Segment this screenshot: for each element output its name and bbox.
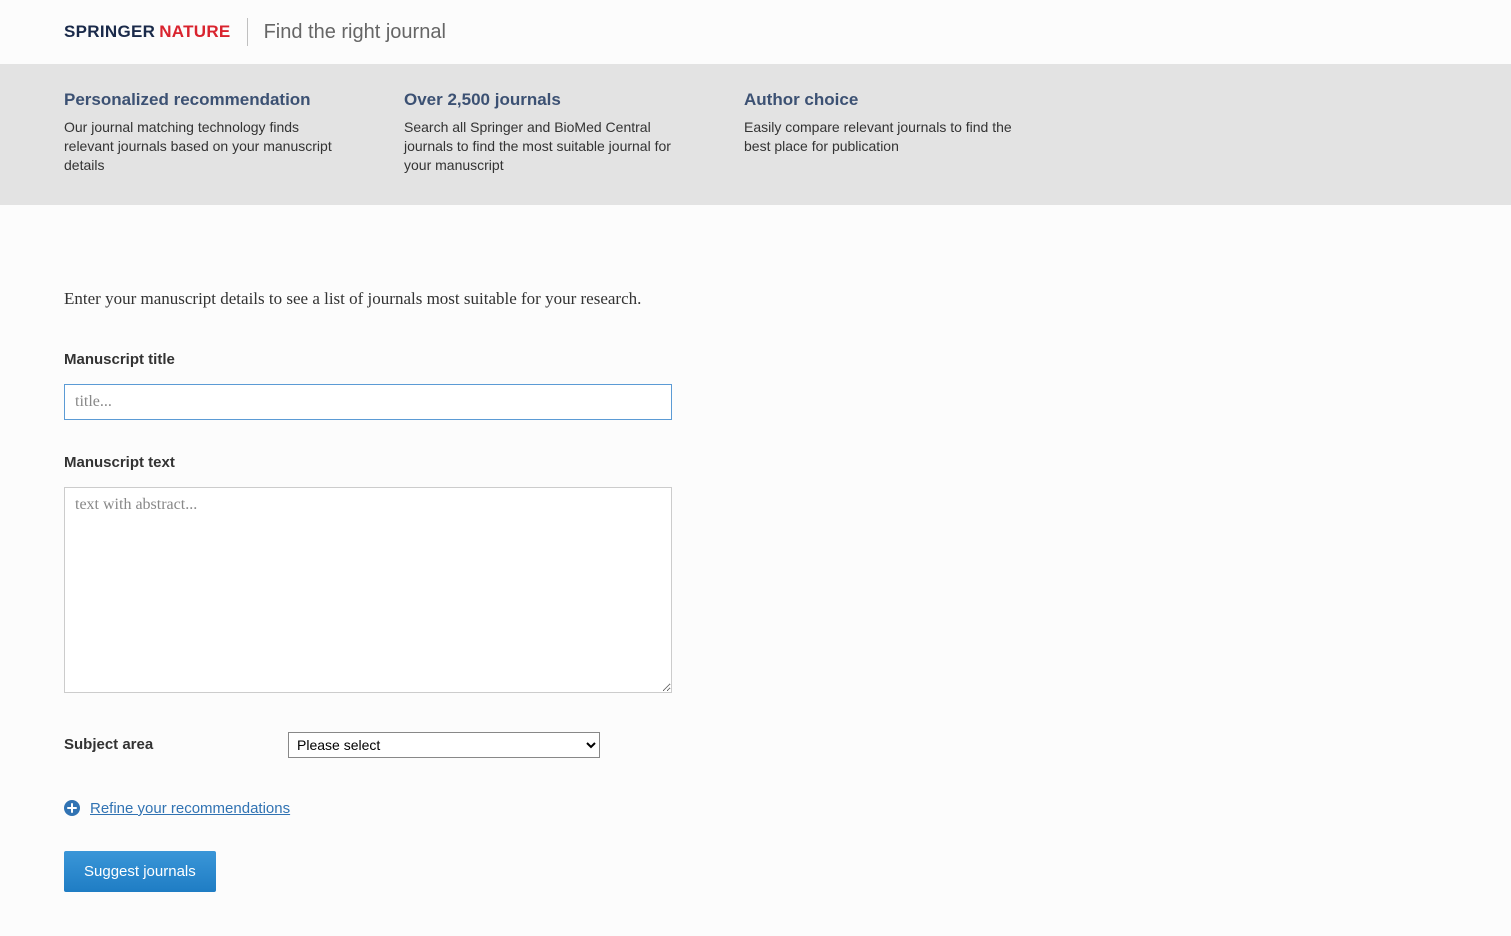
logo-nature: Nature <box>159 22 230 42</box>
feature-desc: Search all Springer and BioMed Central j… <box>404 118 684 175</box>
label-manuscript-title: Manuscript title <box>64 351 1447 368</box>
refine-recommendations-link[interactable]: Refine your recommendations <box>90 800 290 817</box>
manuscript-text-input[interactable] <box>64 487 672 693</box>
header: Springer Nature Find the right journal <box>0 0 1511 64</box>
intro-text: Enter your manuscript details to see a l… <box>64 289 1447 309</box>
suggest-journals-button[interactable]: Suggest journals <box>64 851 216 892</box>
manuscript-title-input[interactable] <box>64 384 672 420</box>
feature-title: Author choice <box>744 90 1024 110</box>
subject-area-select[interactable]: Please select <box>288 732 600 758</box>
logo-springer: Springer <box>64 22 155 42</box>
refine-recommendations-row[interactable]: Refine your recommendations <box>64 800 1447 817</box>
feature-desc: Our journal matching technology finds re… <box>64 118 344 175</box>
feature-desc: Easily compare relevant journals to find… <box>744 118 1024 156</box>
field-subject-area: Subject area Please select <box>64 732 1447 758</box>
feature-title: Over 2,500 journals <box>404 90 684 110</box>
feature-author-choice: Author choice Easily compare relevant jo… <box>744 90 1024 175</box>
field-manuscript-title: Manuscript title <box>64 351 1447 420</box>
logo-divider <box>247 18 248 46</box>
feature-journals-count: Over 2,500 journals Search all Springer … <box>404 90 684 175</box>
label-subject-area: Subject area <box>64 736 288 753</box>
plus-circle-icon <box>64 800 80 816</box>
field-manuscript-text: Manuscript text <box>64 454 1447 698</box>
feature-title: Personalized recommendation <box>64 90 344 110</box>
main-content: Enter your manuscript details to see a l… <box>0 205 1511 932</box>
features-bar: Personalized recommendation Our journal … <box>0 64 1511 205</box>
feature-personalized: Personalized recommendation Our journal … <box>64 90 344 175</box>
tagline: Find the right journal <box>264 21 446 44</box>
label-manuscript-text: Manuscript text <box>64 454 1447 471</box>
